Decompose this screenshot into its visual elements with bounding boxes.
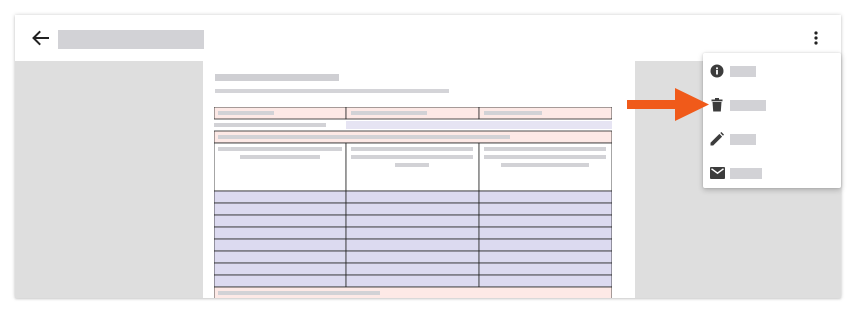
document-title: [58, 30, 204, 49]
overflow-menu: [703, 53, 841, 188]
document-page-title: [215, 74, 339, 81]
pencil-icon: [709, 131, 725, 147]
menu-item-email-label: [730, 168, 762, 179]
menu-item-edit-label: [730, 134, 756, 145]
menu-item-info-label: [730, 66, 756, 77]
arrow-left-icon: [32, 30, 49, 46]
menu-item-delete-label: [730, 100, 766, 111]
menu-item-delete[interactable]: [703, 88, 841, 122]
trash-icon: [709, 97, 725, 113]
back-button[interactable]: [27, 25, 53, 51]
info-icon: [709, 63, 725, 79]
highlight-arrow-icon: [627, 88, 709, 121]
document-table: [214, 107, 612, 298]
menu-item-info[interactable]: [703, 54, 841, 88]
menu-item-email[interactable]: [703, 156, 841, 190]
menu-item-edit[interactable]: [703, 122, 841, 156]
more-vert-icon: [814, 31, 818, 45]
more-options-button[interactable]: [805, 27, 827, 49]
document-page-subtitle: [215, 89, 449, 93]
email-icon: [709, 165, 725, 181]
document-page: [203, 61, 635, 298]
